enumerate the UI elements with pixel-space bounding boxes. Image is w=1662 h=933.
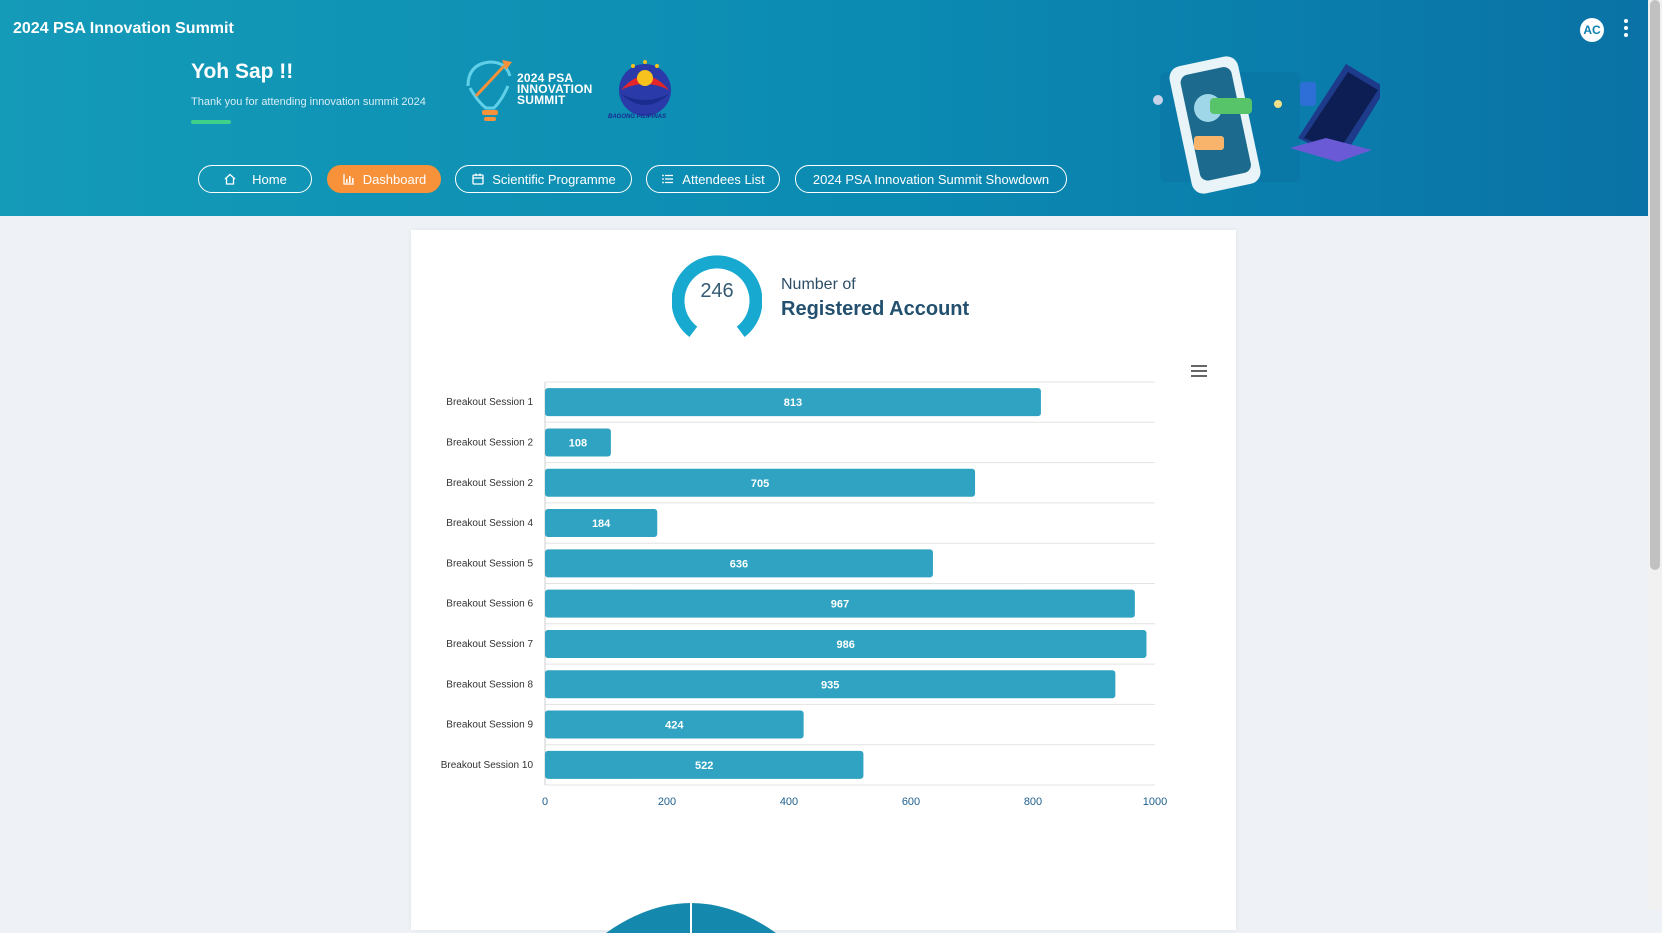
category-label: Breakout Session 5 (446, 558, 533, 569)
dashboard-card: 246 Number of Registered Account 813 Brea… (411, 230, 1236, 933)
x-tick-label: 0 (542, 796, 548, 808)
registered-accounts-value: 246 (700, 280, 734, 302)
nav-home-button[interactable]: Home (198, 165, 312, 193)
metric-label-main: Registered Account (781, 298, 970, 320)
data-label: 184 (592, 518, 611, 530)
bar-chart-icon (343, 174, 354, 185)
category-label: Breakout Session 2 (446, 437, 533, 448)
bagong-pilipinas-text: BAGONG PILIPINAS (608, 114, 667, 120)
data-label: 986 (837, 639, 855, 651)
header-banner: 2024 PSA Innovation Summit AC Yoh Sap !!… (0, 0, 1648, 216)
greeting-title: Yoh Sap !! (191, 60, 294, 83)
category-label: Breakout Session 6 (446, 599, 533, 610)
nav-showdown-button[interactable]: 2024 PSA Innovation Summit Showdown (795, 165, 1067, 193)
metric-label-top: Number of (781, 276, 856, 293)
greeting-subtitle: Thank you for attending innovation summi… (191, 96, 426, 108)
breakout-sessions-chart: 813 Breakout Session 1 108 Breakout Session… (441, 381, 1167, 808)
category-label: Breakout Session 8 (446, 679, 533, 690)
x-tick-label: 400 (780, 796, 798, 808)
data-label: 108 (569, 437, 587, 449)
x-tick-label: 200 (658, 796, 676, 808)
greeting-underline (191, 120, 231, 124)
scrollbar-thumb[interactable] (1650, 0, 1660, 570)
data-label: 705 (751, 478, 769, 490)
app-title: 2024 PSA Innovation Summit (13, 20, 234, 37)
list-icon (662, 174, 674, 184)
nav-scientific-programme-button[interactable]: Scientific Programme (455, 165, 632, 193)
pie-chart-preview (606, 903, 776, 933)
data-label: 935 (821, 679, 839, 691)
data-label: 522 (695, 760, 713, 772)
category-label: Breakout Session 9 (446, 720, 533, 731)
nav-dashboard-button[interactable]: Dashboard (327, 165, 441, 193)
devices-illustration-icon (1153, 56, 1380, 194)
category-label: Breakout Session 4 (446, 518, 533, 529)
more-options-icon[interactable] (1622, 16, 1630, 44)
calendar-icon (472, 173, 484, 185)
page-scrollbar[interactable] (1648, 0, 1662, 910)
category-label: Breakout Session 1 (446, 397, 533, 408)
category-label: Breakout Session 7 (446, 639, 533, 650)
avatar[interactable]: AC (1580, 18, 1604, 42)
x-tick-label: 1000 (1143, 796, 1167, 808)
home-icon (224, 173, 236, 185)
x-tick-label: 800 (1024, 796, 1042, 808)
data-label: 636 (730, 558, 748, 570)
nav-attendees-list-button[interactable]: Attendees List (646, 165, 780, 193)
data-label: 424 (665, 720, 684, 732)
data-label: 967 (831, 599, 849, 611)
category-label: Breakout Session 10 (441, 760, 534, 771)
x-tick-label: 600 (902, 796, 920, 808)
category-label: Breakout Session 2 (446, 478, 533, 489)
summit-logo-text: 2024 PSA INNOVATION SUMMIT (517, 71, 593, 107)
data-label: 813 (784, 397, 802, 409)
